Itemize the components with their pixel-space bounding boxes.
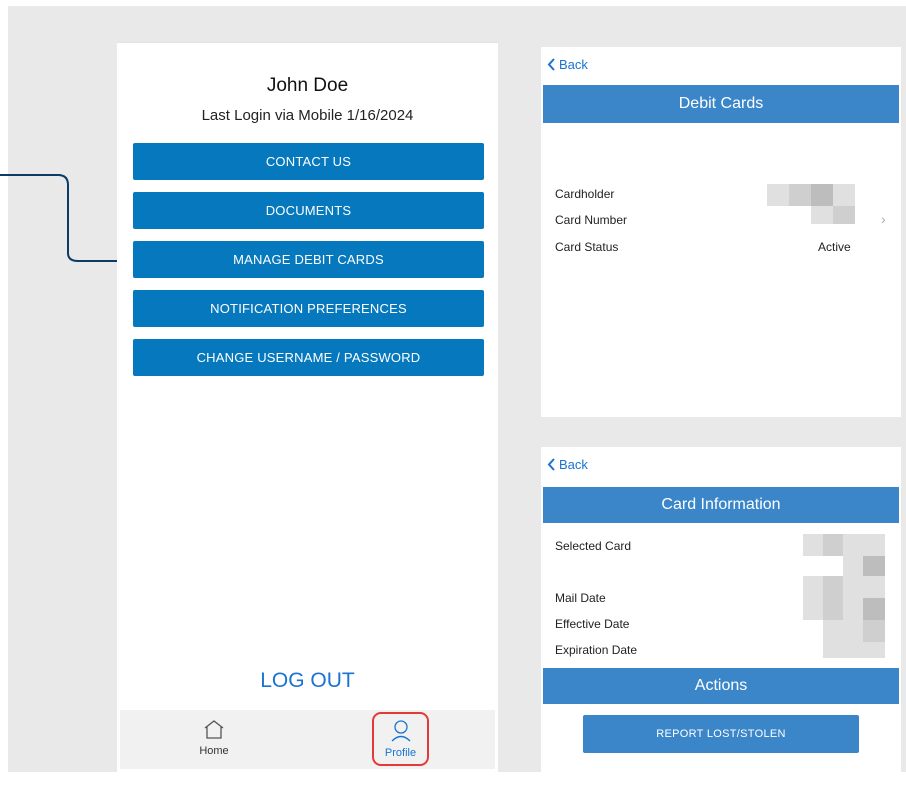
mail-date-label: Mail Date [555,591,606,605]
tab-home-label: Home [199,745,229,757]
chevron-left-icon [547,58,555,71]
debit-cards-title-bar: Debit Cards [543,85,899,123]
redacted-block [843,576,863,598]
redacted-block [863,576,885,598]
redacted-block [803,576,823,598]
chevron-left-icon [547,458,555,471]
redacted-block [833,184,855,206]
redacted-block [863,556,885,576]
redacted-block [811,206,833,224]
back-label: Back [559,457,588,472]
redacted-block [863,598,885,620]
redacted-block [789,184,811,206]
redacted-block [843,534,863,556]
notification-preferences-button[interactable]: NOTIFICATION PREFERENCES [133,290,484,327]
card-information-title-bar: Card Information [543,487,899,523]
back-button[interactable]: Back [547,457,588,472]
redacted-block [843,620,863,642]
logout-link[interactable]: LOG OUT [117,669,498,693]
redacted-block [767,184,789,206]
user-name: John Doe [266,75,349,96]
cardholder-label: Cardholder [555,187,615,201]
debit-cards-screen: Back Debit Cards Cardholder Card Number … [541,47,901,417]
redacted-block [803,534,823,556]
bottom-tab-bar: Home Profile [120,710,495,769]
change-username-password-button[interactable]: CHANGE USERNAME / PASSWORD [133,339,484,376]
redacted-block [811,184,833,206]
redacted-block [823,576,843,598]
redacted-block [823,620,843,642]
redacted-block [823,598,843,620]
chevron-right-icon: › [881,211,886,227]
contact-us-button[interactable]: CONTACT US [133,143,484,180]
last-login-text: Last Login via Mobile 1/16/2024 [201,107,414,124]
back-label: Back [559,57,588,72]
card-number-label: Card Number [555,213,628,227]
redacted-block [863,620,885,642]
back-button[interactable]: Back [547,57,588,72]
redacted-block [823,534,843,556]
redacted-block [843,598,863,620]
profile-screen: John Doe Last Login via Mobile 1/16/2024… [117,42,498,772]
effective-date-label: Effective Date [555,617,630,631]
card-status-value: Active [818,240,851,254]
selected-card-label: Selected Card [555,539,632,553]
home-icon [204,720,224,739]
tab-profile[interactable]: Profile [372,712,429,766]
redacted-block [843,556,863,576]
actions-title-bar: Actions [543,668,899,704]
documents-button[interactable]: DOCUMENTS [133,192,484,229]
tab-home[interactable]: Home [184,712,244,766]
card-status-label: Card Status [555,240,619,254]
report-lost-stolen-button[interactable]: REPORT LOST/STOLEN [583,715,859,753]
manage-debit-cards-button[interactable]: MANAGE DEBIT CARDS [133,241,484,278]
expiration-date-label: Expiration Date [555,643,638,657]
redacted-block [863,534,885,556]
redacted-block [823,642,843,658]
tab-profile-label: Profile [384,747,417,759]
card-information-screen: Back Card Information Selected Card Mail… [541,447,901,772]
redacted-block [803,598,823,620]
redacted-block [843,642,863,658]
redacted-block [833,206,855,224]
profile-icon [391,720,410,742]
redacted-block [863,642,885,658]
